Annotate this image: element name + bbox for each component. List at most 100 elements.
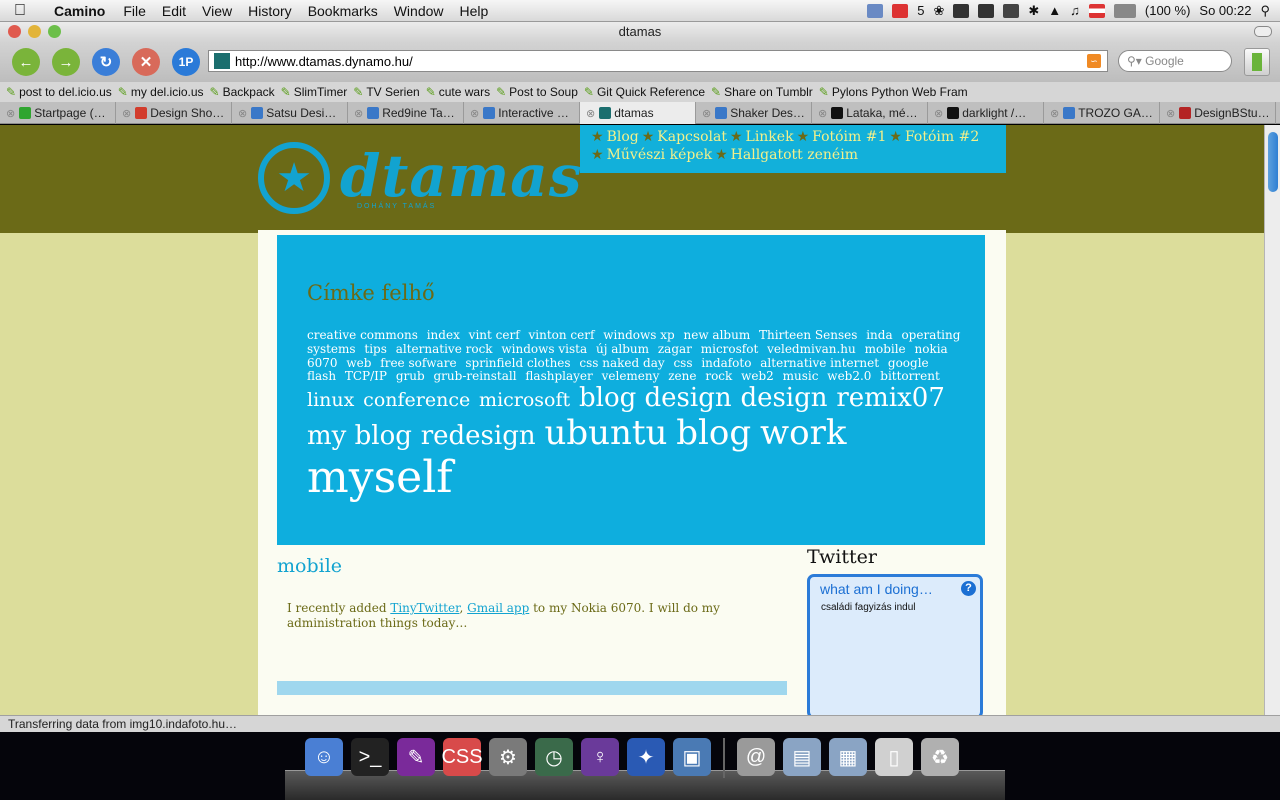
tag-link[interactable]: work [760,413,846,453]
battery-icon[interactable] [1113,3,1136,18]
help-icon[interactable]: ? [961,581,976,596]
stop-button[interactable]: ✕ [132,48,160,76]
close-tab-icon[interactable]: ⊗ [354,107,363,120]
tag-link[interactable]: blog [676,413,751,453]
tag-link[interactable]: grub-reinstall [433,369,516,383]
tag-link[interactable]: redesign [421,421,536,451]
tab-item[interactable]: ⊗ Satsu Desi… [232,102,348,124]
tag-link[interactable]: sprinfield clothes [465,356,570,370]
tag-link[interactable]: vinton cerf [528,328,594,342]
tag-link[interactable]: új album [596,342,649,356]
time-machine-icon[interactable]: ◷ [535,738,573,776]
nav-link[interactable]: Hallgatott zenéim [731,147,858,163]
menu-bookmarks[interactable]: Bookmarks [300,3,386,19]
iphoto-icon[interactable]: ▣ [673,738,711,776]
bookmarks-button[interactable] [1244,48,1270,76]
tag-link[interactable]: velemeny [602,369,660,383]
scrollbar-thumb[interactable] [1268,132,1278,192]
tag-link[interactable]: flash [307,369,336,383]
close-tab-icon[interactable]: ⊗ [586,107,595,120]
finder-icon[interactable]: ☺ [305,738,343,776]
tinytwitter-link[interactable]: TinyTwitter [390,601,459,615]
memory-icon[interactable] [1003,3,1020,18]
tag-link[interactable]: TCP/IP [345,369,387,383]
tag-link[interactable]: vint cerf [469,328,520,342]
tag-link[interactable]: microsfot [701,342,759,356]
tag-link[interactable]: zagar [658,342,692,356]
tag-link[interactable]: windows xp [603,328,674,342]
tab-item[interactable]: ⊗ DesignBStu… [1160,102,1276,124]
bookmark-item[interactable]: ✎ Post to Soup [496,85,578,99]
tag-link[interactable]: windows vista [501,342,587,356]
close-tab-icon[interactable]: ⊗ [702,107,711,120]
gmail-icon[interactable] [892,3,909,18]
site-logo[interactable]: dtamas [340,142,583,210]
tag-link[interactable]: myself [307,452,453,503]
bookmark-item[interactable]: ✎ Git Quick Reference [584,85,705,99]
tag-link[interactable]: web2.0 [827,369,871,383]
movies-folder-icon[interactable]: ▦ [829,738,867,776]
gmail-app-link[interactable]: Gmail app [467,601,529,615]
menu-help[interactable]: Help [452,3,497,19]
adium-icon[interactable]: ♀ [581,738,619,776]
tag-link[interactable]: index [427,328,460,342]
cssedit-icon[interactable]: CSS [441,738,483,776]
clock[interactable]: So 00:22 [1199,3,1251,18]
tag-link[interactable]: music [783,369,819,383]
tag-link[interactable]: css naked day [579,356,664,370]
close-tab-icon[interactable]: ⊗ [238,107,247,120]
zoom-window-icon[interactable] [48,25,61,38]
tab-item[interactable]: ⊗ Startpage (… [0,102,116,124]
wifi-icon[interactable]: ▲ [1048,3,1061,18]
terminal-icon[interactable]: >_ [351,738,389,776]
trash-icon[interactable]: ♻ [921,738,959,776]
tab-item[interactable]: ⊗ Interactive … [464,102,580,124]
nav-link[interactable]: Művészi képek [607,147,713,163]
tag-link[interactable]: linux [307,389,354,411]
tag-link[interactable]: google [888,356,929,370]
tab-item[interactable]: ⊗ Lataka, mé… [812,102,928,124]
nav-link[interactable]: Linkek [746,129,794,145]
close-tab-icon[interactable]: ⊗ [934,107,943,120]
tag-link[interactable]: web [346,356,371,370]
tag-link[interactable]: Thirteen Senses [759,328,857,342]
tag-link[interactable]: my blog [307,421,412,451]
tag-link[interactable]: microsoft [479,389,570,411]
tag-link[interactable]: free sofware [380,356,456,370]
camino-icon[interactable]: ✦ [627,738,665,776]
address-bar[interactable]: http://www.dtamas.dynamo.hu/ ∽ [208,50,1108,72]
tag-link[interactable]: inda [866,328,892,342]
bookmark-item[interactable]: ✎ SlimTimer [281,85,348,99]
notes-icon[interactable]: ▯ [875,738,913,776]
nav-link[interactable]: Kapcsolat [657,129,727,145]
tag-link[interactable]: alternative internet [760,356,879,370]
tag-link[interactable]: design [740,383,827,413]
tag-link[interactable]: new album [684,328,751,342]
tab-item[interactable]: ⊗ Red9ine Ta… [348,102,464,124]
close-tab-icon[interactable]: ⊗ [1166,107,1175,120]
rss-feed-icon[interactable]: ∽ [1087,54,1101,68]
tag-link[interactable]: flashplayer [525,369,592,383]
bookmark-item[interactable]: ✎ my del.icio.us [118,85,204,99]
tab-item[interactable]: ⊗ dtamas [580,102,696,124]
tag-link[interactable]: zene [668,369,696,383]
onepassword-button[interactable]: 1P [172,48,200,76]
textmate-icon[interactable]: ✎ [397,738,435,776]
reload-button[interactable]: ↻ [92,48,120,76]
search-field[interactable]: ⚲▾ Google [1118,50,1232,72]
tag-link[interactable]: mobile [865,342,906,356]
spotlight-icon[interactable]: ⚲ [1260,3,1270,19]
apple-menu-icon[interactable]:  [0,2,40,20]
nav-link[interactable]: Fotóim #2 [905,129,979,145]
tag-link[interactable]: ubuntu [544,413,667,453]
tab-item[interactable]: ⊗ TROZO GA… [1044,102,1160,124]
bluetooth-icon[interactable]: ✱ [1028,3,1039,19]
tag-link[interactable]: web2 [741,369,774,383]
toolbar-toggle-icon[interactable] [1254,26,1272,37]
forward-button[interactable]: → [52,48,80,76]
menu-file[interactable]: File [115,3,154,19]
paw-icon[interactable]: ❀ [933,3,944,19]
bookmark-item[interactable]: ✎ post to del.icio.us [6,85,112,99]
display-icon[interactable] [978,3,995,18]
nav-link[interactable]: Fotóim #1 [812,129,886,145]
